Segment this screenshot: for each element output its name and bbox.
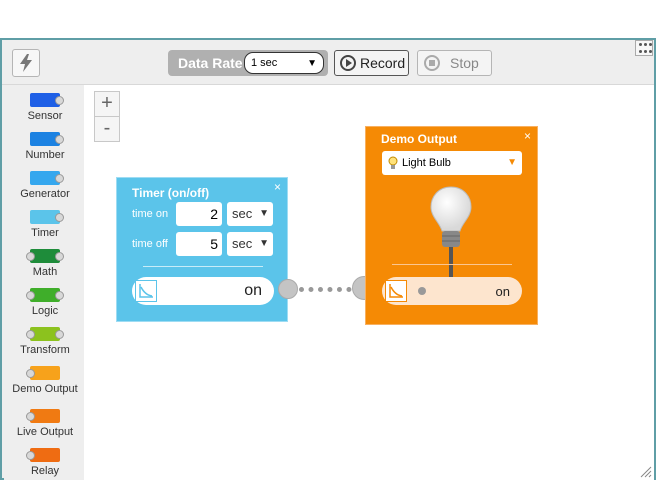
data-rate-label: Data Rate (178, 55, 243, 71)
demo-output-input-value: on (382, 277, 522, 305)
lightning-bolt-button[interactable] (12, 49, 40, 77)
time-on-label: time on (132, 208, 169, 220)
transform-block-icon (26, 327, 64, 341)
math-block-icon (26, 249, 64, 263)
divider (392, 264, 512, 265)
stop-button[interactable]: Stop (417, 50, 492, 76)
timer-output-port[interactable] (278, 279, 298, 299)
light-bulb-icon (388, 156, 398, 169)
program-canvas[interactable]: + - Timer (on/off) × time on 2 sec ▼ tim… (84, 85, 654, 480)
number-block-icon (30, 132, 64, 146)
chevron-down-icon: ▼ (259, 208, 269, 219)
palette-label: Live Output (16, 426, 74, 438)
chevron-down-icon: ▼ (507, 157, 517, 168)
output-device-value: Light Bulb (402, 157, 451, 169)
time-off-input[interactable]: 5 (176, 232, 222, 256)
record-label: Record (360, 55, 406, 71)
zoom-out-button[interactable]: - (94, 116, 120, 142)
time-off-unit: sec (232, 236, 253, 251)
chevron-down-icon: ▼ (307, 58, 317, 69)
data-rate-value: 1 sec (251, 57, 278, 69)
palette-label: Sensor (27, 110, 63, 122)
palette-item-sensor[interactable]: Sensor (4, 93, 86, 122)
timer-output-value: on (132, 277, 274, 305)
resize-grip-icon[interactable] (640, 466, 652, 478)
zoom-in-button[interactable]: + (94, 91, 120, 117)
relay-block-icon (26, 448, 60, 462)
timer-node-title: Timer (on/off) (132, 186, 210, 200)
divider (143, 266, 263, 267)
timer-output-text: on (244, 282, 262, 299)
output-device-select[interactable]: Light Bulb ▼ (382, 151, 522, 175)
grid-dots-icon[interactable] (635, 40, 653, 56)
demo-output-input-text: on (495, 284, 510, 299)
palette-item-live-output[interactable]: Live Output (4, 409, 86, 438)
block-palette: Sensor Number Generator Timer Math Logic… (4, 85, 84, 480)
data-rate-control: Data Rate 1 sec ▼ (168, 50, 328, 76)
time-on-input[interactable]: 2 (176, 202, 222, 226)
time-off-label: time off (132, 238, 168, 250)
timer-block-icon (30, 210, 64, 224)
palette-item-transform[interactable]: Transform (4, 327, 86, 356)
palette-item-logic[interactable]: Logic (4, 288, 86, 317)
demo-output-node[interactable]: Demo Output × Light Bulb ▼ on (365, 126, 538, 325)
palette-label: Relay (30, 465, 60, 477)
app-frame: Data Rate 1 sec ▼ Record Stop Sensor Num… (0, 38, 656, 480)
generator-block-icon (30, 171, 64, 185)
sensor-block-icon (30, 93, 64, 107)
palette-item-math[interactable]: Math (4, 249, 86, 278)
palette-item-demo-output[interactable]: Demo Output (4, 366, 86, 395)
record-button[interactable]: Record (334, 50, 409, 76)
timer-node[interactable]: Timer (on/off) × time on 2 sec ▼ time of… (116, 177, 288, 322)
palette-label: Transform (20, 344, 70, 356)
palette-item-relay[interactable]: Relay (4, 448, 86, 477)
palette-item-number[interactable]: Number (4, 132, 86, 161)
time-off-unit-select[interactable]: sec ▼ (227, 232, 273, 256)
close-icon[interactable]: × (274, 180, 281, 194)
palette-label: Demo Output (12, 383, 78, 395)
chevron-down-icon: ▼ (259, 238, 269, 249)
demo-output-block-icon (26, 366, 60, 380)
graph-icon[interactable] (385, 280, 407, 302)
palette-label: Timer (31, 227, 59, 239)
palette-label: Math (32, 266, 58, 278)
status-led (418, 287, 426, 295)
palette-item-generator[interactable]: Generator (4, 171, 86, 200)
play-icon (340, 55, 356, 71)
time-on-unit-select[interactable]: sec ▼ (227, 202, 273, 226)
toolbar: Data Rate 1 sec ▼ Record Stop (2, 40, 654, 85)
lightning-bolt-icon (20, 54, 32, 72)
close-icon[interactable]: × (524, 129, 531, 143)
palette-item-timer[interactable]: Timer (4, 210, 86, 239)
time-on-unit: sec (232, 206, 253, 221)
stop-icon (424, 55, 440, 71)
graph-icon[interactable] (135, 280, 157, 302)
logic-block-icon (26, 288, 64, 302)
palette-label: Number (25, 149, 65, 161)
stop-label: Stop (450, 55, 479, 71)
data-rate-select[interactable]: 1 sec ▼ (244, 52, 324, 74)
demo-output-title: Demo Output (381, 132, 457, 146)
palette-label: Generator (20, 188, 70, 200)
live-output-block-icon (26, 409, 60, 423)
palette-label: Logic (31, 305, 59, 317)
